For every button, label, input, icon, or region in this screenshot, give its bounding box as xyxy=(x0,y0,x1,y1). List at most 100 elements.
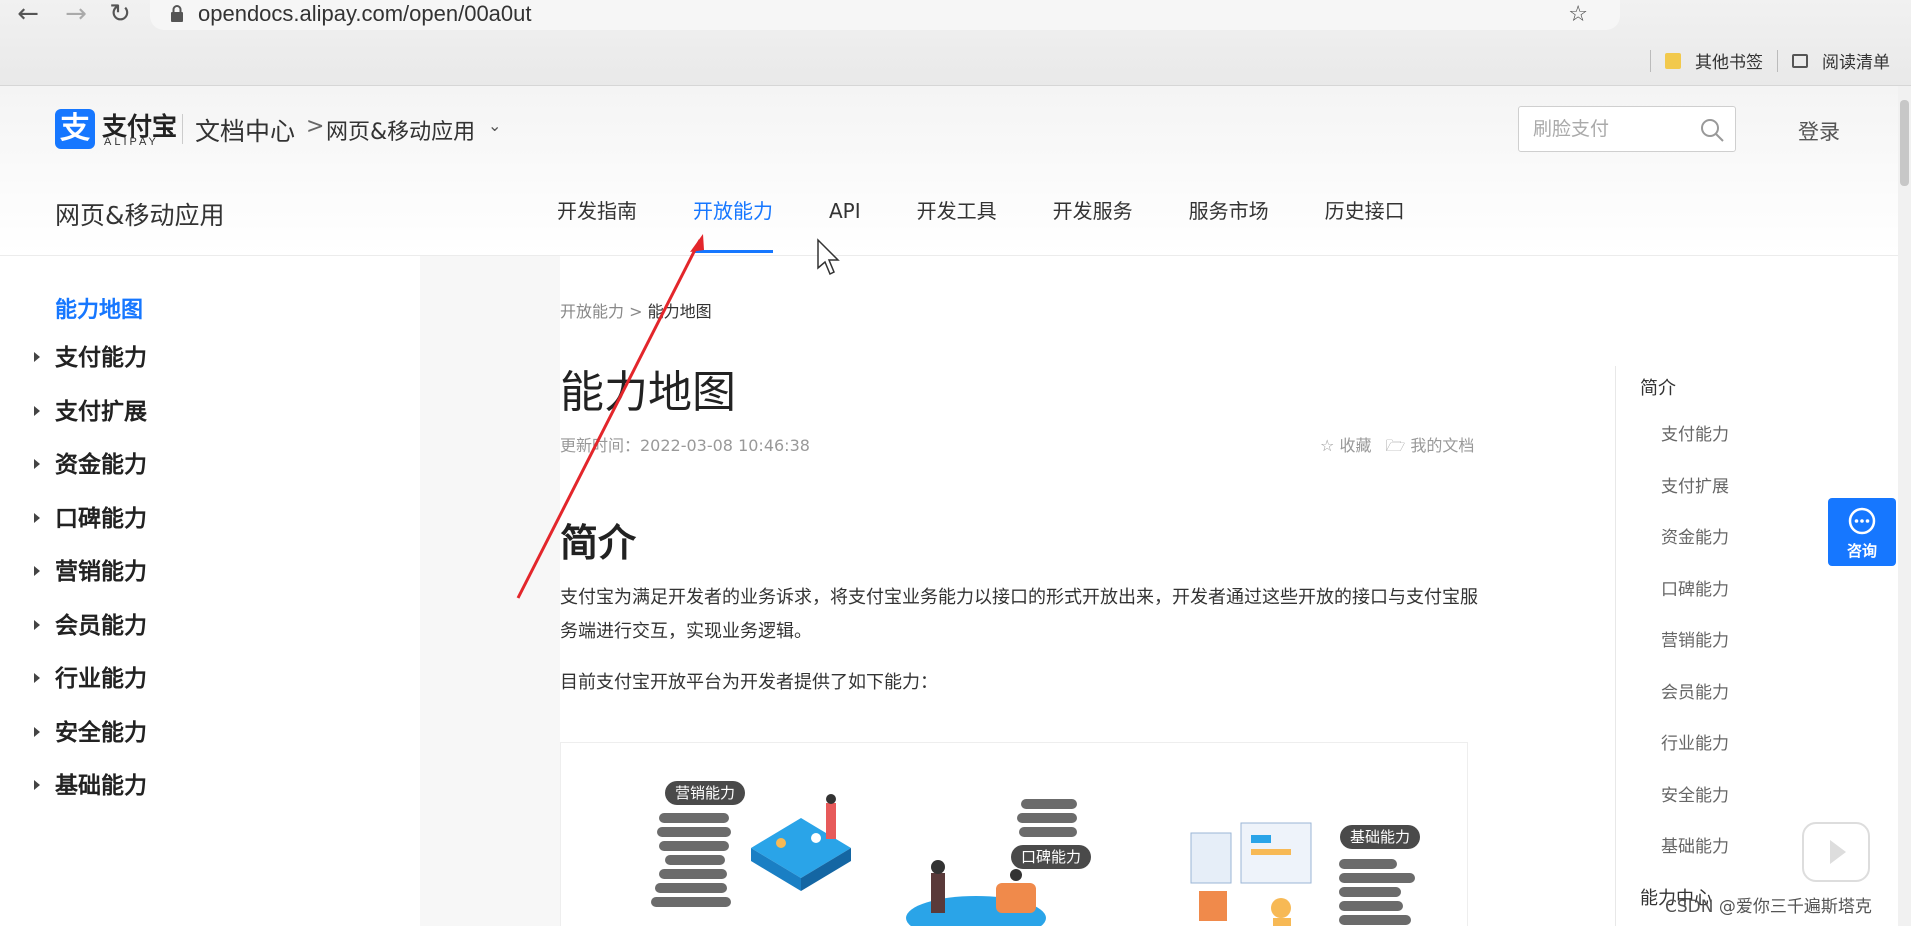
breadcrumb-current: 能力地图 xyxy=(647,302,712,321)
folder-icon xyxy=(1665,52,1681,69)
figure-label xyxy=(1339,873,1415,883)
toc-item[interactable]: 支付扩展 xyxy=(1661,472,1729,524)
header-divider xyxy=(182,114,183,144)
tab-open-capabilities[interactable]: 开放能力 xyxy=(693,198,773,256)
caret-right-icon xyxy=(34,566,40,576)
caret-right-icon xyxy=(34,459,40,469)
sidebar-item-label: 口碑能力 xyxy=(55,505,147,532)
chevron-down-icon[interactable]: ⌄ xyxy=(488,116,501,135)
main-content: 开放能力 > 能力地图 能力地图 更新时间：2022-03-08 10:46:3… xyxy=(560,256,1560,926)
separator xyxy=(1777,49,1778,72)
bookmark-other[interactable]: 其他书签 xyxy=(1695,48,1763,73)
breadcrumb: 开放能力 > 能力地图 xyxy=(560,298,712,322)
search-box[interactable] xyxy=(1518,106,1736,152)
consult-button[interactable]: 咨询 xyxy=(1828,498,1896,566)
doc-center-link[interactable]: 文档中心 xyxy=(195,112,295,148)
toc-item[interactable]: 会员能力 xyxy=(1661,678,1729,730)
my-docs-label: 我的文档 xyxy=(1410,436,1475,455)
tab-dev-services[interactable]: 开发服务 xyxy=(1053,198,1133,256)
figure-label xyxy=(1021,799,1077,809)
sidebar-item-label: 资金能力 xyxy=(55,452,147,478)
bookmarks-bar: 其他书签 阅读清单 xyxy=(1650,48,1890,73)
consult-label: 咨询 xyxy=(1846,542,1877,560)
back-icon[interactable]: ← xyxy=(8,0,48,30)
content-gutter xyxy=(420,256,560,926)
breadcrumb-parent-link[interactable]: 开放能力 xyxy=(560,302,624,321)
toc-item[interactable]: 行业能力 xyxy=(1661,729,1729,781)
sidebar-item-label: 营销能力 xyxy=(55,559,147,585)
reading-list-icon xyxy=(1792,53,1808,68)
section-heading: 简介 xyxy=(560,521,637,565)
site-header: 支 支付宝 ALIPAY 文档中心 > 网页&移动应用 ⌄ 登录 网页&移动应用… xyxy=(0,86,1911,256)
figure-label xyxy=(659,841,729,851)
csdn-watermark: CSDN @爱你三千遍斯塔克 xyxy=(1665,897,1872,917)
intro-paragraph: 支付宝为满足开发者的业务诉求，将支付宝业务能力以接口的形式开放出来，开发者通过这… xyxy=(560,587,1478,642)
intro-paragraph-2: 目前支付宝开放平台为开发者提供了如下能力： xyxy=(560,672,938,693)
tab-dev-guide[interactable]: 开发指南 xyxy=(557,198,637,256)
tab-history-api[interactable]: 历史接口 xyxy=(1325,198,1405,256)
collect-button[interactable]: ☆ 收藏 xyxy=(1320,432,1371,462)
login-link[interactable]: 登录 xyxy=(1798,116,1840,146)
logo-subtext: ALIPAY xyxy=(104,136,159,148)
figure-label xyxy=(1017,813,1077,823)
toc-heading[interactable]: 简介 xyxy=(1640,374,1676,400)
star-icon[interactable]: ☆ xyxy=(1568,2,1602,27)
caret-right-icon xyxy=(34,780,40,790)
toc-item[interactable]: 基础能力 xyxy=(1661,832,1729,884)
star-icon: ☆ xyxy=(1320,436,1335,455)
caret-right-icon xyxy=(34,619,40,630)
sidebar-item-label: 会员能力 xyxy=(55,612,147,639)
figure-label xyxy=(655,883,727,893)
figure-label xyxy=(659,813,729,823)
url-text: opendocs.alipay.com/open/00a0ut xyxy=(198,1,532,26)
address-bar[interactable]: opendocs.alipay.com/open/00a0ut ☆ xyxy=(150,0,1620,30)
toc-item[interactable]: 资金能力 xyxy=(1661,523,1729,575)
forward-icon[interactable]: → xyxy=(56,0,96,30)
sidebar-item-capability-map[interactable]: 能力地图 xyxy=(55,292,143,324)
tab-dev-tools[interactable]: 开发工具 xyxy=(917,198,997,256)
my-docs-button[interactable]: 🗁 我的文档 xyxy=(1385,432,1474,462)
search-icon[interactable] xyxy=(1699,117,1725,143)
caret-right-icon xyxy=(34,726,40,737)
sidebar-item-label: 支付扩展 xyxy=(55,398,147,425)
tab-api[interactable]: API xyxy=(829,198,861,256)
alipay-logo-icon[interactable]: 支 xyxy=(55,109,95,149)
koubei-illustration xyxy=(906,860,1046,926)
sidebar-item-label: 基础能力 xyxy=(55,773,147,799)
figure-label xyxy=(1019,827,1077,837)
marketing-illustration xyxy=(751,794,851,891)
toc-item[interactable]: 口碑能力 xyxy=(1661,575,1729,627)
table-of-contents: 简介 支付能力 支付扩展 资金能力 口碑能力 营销能力 会员能力 行业能力 安全… xyxy=(1615,366,1775,926)
sidebar-item-label: 支付能力 xyxy=(55,345,147,371)
browser-toolbar: ← → ↻ opendocs.alipay.com/open/00a0ut ☆ … xyxy=(0,0,1911,86)
video-play-icon[interactable] xyxy=(1802,822,1870,882)
tab-service-market[interactable]: 服务市场 xyxy=(1189,198,1269,256)
toc-item[interactable]: 安全能力 xyxy=(1661,781,1729,833)
page-title: 能力地图 xyxy=(560,367,736,418)
left-sidebar: 能力地图 支付能力 支付扩展 资金能力 口碑能力 营销能力 会员能力 行业能力 … xyxy=(0,256,420,926)
toc-item[interactable]: 支付能力 xyxy=(1661,420,1729,472)
figure-label xyxy=(665,855,725,865)
chat-bubble-icon xyxy=(1848,507,1876,535)
doc-actions: ☆ 收藏 🗁 我的文档 xyxy=(1320,432,1474,462)
bookmark-reading-list[interactable]: 阅读清单 xyxy=(1822,48,1890,73)
figure-label xyxy=(657,827,731,837)
figure-tag-basic: 基础能力 xyxy=(1340,825,1421,849)
lock-icon xyxy=(171,5,183,22)
caret-right-icon xyxy=(34,405,40,416)
basic-illustration xyxy=(1190,822,1312,926)
separator xyxy=(1650,49,1651,72)
figure-label xyxy=(651,897,731,907)
folder-icon: 🗁 xyxy=(1385,436,1406,455)
search-input[interactable] xyxy=(1533,117,1693,141)
play-icon xyxy=(1830,840,1846,864)
sidebar-item-label: 安全能力 xyxy=(55,719,147,746)
caret-right-icon xyxy=(34,352,40,362)
scrollbar[interactable] xyxy=(1898,86,1911,926)
reload-icon[interactable]: ↻ xyxy=(100,0,140,30)
toc-item[interactable]: 营销能力 xyxy=(1661,626,1729,678)
figure-label xyxy=(659,869,727,879)
scrollbar-thumb[interactable] xyxy=(1900,100,1909,186)
caret-right-icon xyxy=(34,673,40,683)
app-category-dropdown[interactable]: 网页&移动应用 xyxy=(326,114,475,146)
